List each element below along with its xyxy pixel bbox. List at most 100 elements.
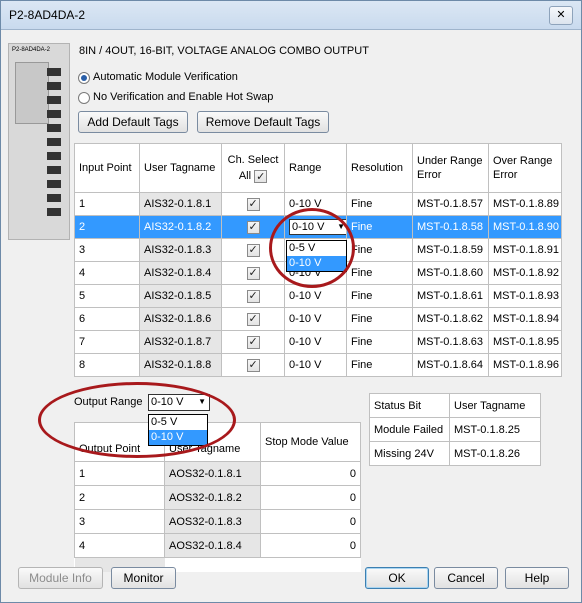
range-cell[interactable]: 0-10 V — [284, 353, 347, 377]
resolution-cell[interactable]: Fine — [346, 238, 413, 262]
terminal-icon — [47, 110, 61, 118]
terminal-icon — [47, 68, 61, 76]
under-range-cell[interactable]: MST-0.1.8.63 — [412, 330, 489, 354]
under-range-cell[interactable]: MST-0.1.8.58 — [412, 215, 489, 239]
col-over-range-error: Over Range Error — [488, 143, 562, 193]
status-bit-cell: Module Failed — [369, 417, 450, 442]
remove-default-tags-button[interactable]: Remove Default Tags — [197, 111, 329, 133]
empty-cell — [165, 558, 261, 572]
status-bit-table: Status Bit User Tagname Module Failed MST… — [369, 393, 541, 466]
user-tagname-cell[interactable]: AIS32-0.1.8.4 — [139, 261, 222, 285]
close-icon[interactable]: ✕ — [549, 6, 573, 25]
terminal-icon — [47, 124, 61, 132]
input-point-cell: 3 — [74, 238, 140, 262]
user-tagname-cell[interactable]: AIS32-0.1.8.5 — [139, 284, 222, 308]
resolution-cell[interactable]: Fine — [346, 353, 413, 377]
table-row[interactable]: Missing 24V MST-0.1.8.26 — [369, 441, 541, 466]
radio-button-icon[interactable] — [78, 92, 90, 104]
channel-checkbox[interactable] — [246, 266, 260, 280]
select-all-checkbox[interactable] — [254, 169, 268, 185]
table-row[interactable]: 3 AOS32-0.1.8.3 0 — [74, 509, 361, 534]
over-range-cell[interactable]: MST-0.1.8.89 — [488, 192, 562, 216]
table-row[interactable]: 7AIS32-0.1.8.7 0-10 VFineMST-0.1.8.63MST-… — [74, 330, 562, 354]
over-range-cell[interactable]: MST-0.1.8.96 — [488, 353, 562, 377]
output-point-cell: 1 — [74, 461, 165, 486]
user-tagname-cell[interactable]: AIS32-0.1.8.8 — [139, 353, 222, 377]
under-range-cell[interactable]: MST-0.1.8.59 — [412, 238, 489, 262]
user-tagname-cell[interactable]: AIS32-0.1.8.1 — [139, 192, 222, 216]
user-tagname-cell[interactable]: AIS32-0.1.8.7 — [139, 330, 222, 354]
range-cell[interactable]: 0-10 V — [284, 330, 347, 354]
under-range-cell[interactable]: MST-0.1.8.57 — [412, 192, 489, 216]
status-tagname-cell[interactable]: MST-0.1.8.26 — [449, 441, 541, 466]
module-display-icon — [15, 62, 49, 124]
output-tagname-cell[interactable]: AOS32-0.1.8.4 — [164, 533, 261, 558]
stop-mode-value-cell[interactable]: 0 — [260, 485, 361, 510]
resolution-cell[interactable]: Fine — [346, 192, 413, 216]
table-row[interactable]: 6AIS32-0.1.8.6 0-10 VFineMST-0.1.8.62MST-… — [74, 307, 562, 331]
range-cell[interactable]: 0-10 V — [284, 307, 347, 331]
over-range-cell[interactable]: MST-0.1.8.93 — [488, 284, 562, 308]
stop-mode-value-cell[interactable]: 0 — [260, 533, 361, 558]
monitor-button[interactable]: Monitor — [111, 567, 176, 589]
add-default-tags-button[interactable]: Add Default Tags — [78, 111, 188, 133]
output-tagname-cell[interactable]: AOS32-0.1.8.1 — [164, 461, 261, 486]
over-range-cell[interactable]: MST-0.1.8.90 — [488, 215, 562, 239]
output-tagname-cell[interactable]: AOS32-0.1.8.2 — [164, 485, 261, 510]
under-range-cell[interactable]: MST-0.1.8.64 — [412, 353, 489, 377]
under-range-cell[interactable]: MST-0.1.8.60 — [412, 261, 489, 285]
stop-mode-value-cell[interactable]: 0 — [260, 509, 361, 534]
channel-checkbox[interactable] — [246, 243, 260, 257]
terminal-icon — [47, 194, 61, 202]
ch-select-cell[interactable] — [221, 284, 285, 308]
table-row[interactable]: 1 AOS32-0.1.8.1 0 — [74, 461, 361, 486]
resolution-cell[interactable]: Fine — [346, 261, 413, 285]
output-point-cell: 2 — [74, 485, 165, 510]
ch-select-cell[interactable] — [221, 192, 285, 216]
ch-select-cell[interactable] — [221, 307, 285, 331]
table-row[interactable]: 2 AOS32-0.1.8.2 0 — [74, 485, 361, 510]
resolution-cell[interactable]: Fine — [346, 330, 413, 354]
resolution-cell[interactable]: Fine — [346, 307, 413, 331]
resolution-cell[interactable]: Fine — [346, 215, 413, 239]
ch-select-label: Ch. Select — [227, 154, 279, 166]
user-tagname-cell[interactable]: AIS32-0.1.8.3 — [139, 238, 222, 262]
under-range-cell[interactable]: MST-0.1.8.61 — [412, 284, 489, 308]
module-info-button[interactable]: Module Info — [18, 567, 103, 589]
channel-checkbox[interactable] — [246, 312, 260, 326]
stop-mode-value-cell[interactable]: 0 — [260, 461, 361, 486]
over-range-cell[interactable]: MST-0.1.8.94 — [488, 307, 562, 331]
ch-select-cell[interactable] — [221, 330, 285, 354]
channel-checkbox[interactable] — [246, 220, 260, 234]
range-cell[interactable]: 0-10 V — [284, 284, 347, 308]
help-button[interactable]: Help — [505, 567, 569, 589]
ch-select-cell[interactable] — [221, 353, 285, 377]
resolution-cell[interactable]: Fine — [346, 284, 413, 308]
over-range-cell[interactable]: MST-0.1.8.95 — [488, 330, 562, 354]
table-row[interactable]: 4 AOS32-0.1.8.4 0 — [74, 533, 361, 558]
cancel-button[interactable]: Cancel — [434, 567, 498, 589]
channel-checkbox[interactable] — [246, 289, 260, 303]
radio-button-icon[interactable] — [78, 72, 90, 84]
col-ch-select: Ch. Select All — [221, 143, 285, 193]
channel-checkbox[interactable] — [246, 335, 260, 349]
under-range-cell[interactable]: MST-0.1.8.62 — [412, 307, 489, 331]
input-point-cell: 2 — [74, 215, 140, 239]
over-range-cell[interactable]: MST-0.1.8.91 — [488, 238, 562, 262]
channel-checkbox[interactable] — [246, 197, 260, 211]
input-point-cell: 5 — [74, 284, 140, 308]
col-status-bit: Status Bit — [369, 393, 450, 418]
over-range-cell[interactable]: MST-0.1.8.92 — [488, 261, 562, 285]
radio-label: Automatic Module Verification — [93, 71, 238, 83]
table-row[interactable]: Module Failed MST-0.1.8.25 — [369, 417, 541, 442]
terminal-icon — [47, 208, 61, 216]
status-tagname-cell[interactable]: MST-0.1.8.25 — [449, 417, 541, 442]
user-tagname-cell[interactable]: AIS32-0.1.8.2 — [139, 215, 222, 239]
terminal-icon — [47, 138, 61, 146]
user-tagname-cell[interactable]: AIS32-0.1.8.6 — [139, 307, 222, 331]
channel-checkbox[interactable] — [246, 358, 260, 372]
output-tagname-cell[interactable]: AOS32-0.1.8.3 — [164, 509, 261, 534]
table-row[interactable]: 5AIS32-0.1.8.5 0-10 VFineMST-0.1.8.61MST-… — [74, 284, 562, 308]
ok-button[interactable]: OK — [365, 567, 429, 589]
table-row[interactable]: 8AIS32-0.1.8.8 0-10 VFineMST-0.1.8.64MST-… — [74, 353, 562, 377]
